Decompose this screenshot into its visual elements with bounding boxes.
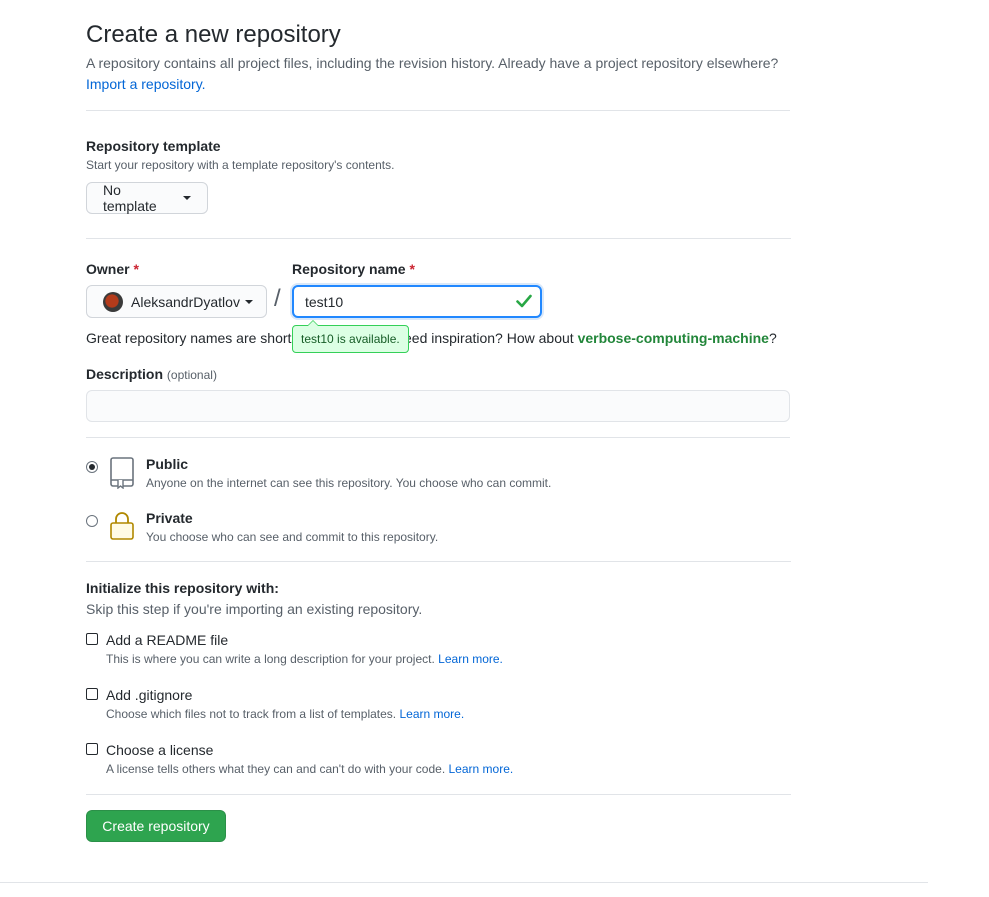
- template-label: Repository template: [86, 138, 221, 154]
- description-label: Description (optional): [86, 366, 217, 382]
- readme-learn-more-link[interactable]: Learn more.: [438, 652, 503, 666]
- init-hint: Skip this step if you're importing an ex…: [86, 601, 423, 617]
- divider: [86, 794, 791, 795]
- divider: [86, 437, 790, 438]
- divider: [86, 238, 791, 239]
- template-select-button[interactable]: No template: [86, 182, 208, 214]
- public-label: Public: [146, 456, 189, 472]
- gitignore-label: Add .gitignore: [106, 687, 193, 703]
- availability-tooltip: test10 is available.: [292, 320, 409, 353]
- page-title: Create a new repository: [86, 21, 341, 48]
- owner-value: AleksandrDyatlov: [131, 293, 240, 310]
- divider: [86, 561, 791, 562]
- license-learn-more-link[interactable]: Learn more.: [449, 762, 514, 776]
- avatar: [103, 291, 123, 312]
- description-input[interactable]: [86, 390, 790, 422]
- divider: [86, 110, 790, 111]
- owner-label: Owner *: [86, 261, 139, 277]
- required-mark: *: [133, 261, 139, 277]
- readme-label: Add a README file: [106, 632, 229, 648]
- repo-icon: [110, 457, 134, 489]
- repo-name-hint-end: eed inspiration? How about verbose-compu…: [404, 330, 777, 346]
- template-hint: Start your repository with a template re…: [86, 158, 395, 172]
- gitignore-learn-more-link[interactable]: Learn more.: [399, 707, 464, 721]
- gitignore-hint: Choose which files not to track from a l…: [106, 707, 465, 721]
- repo-name-input[interactable]: [292, 285, 542, 318]
- owner-repo-separator: /: [274, 285, 281, 312]
- license-label: Choose a license: [106, 742, 214, 758]
- init-title: Initialize this repository with:: [86, 580, 279, 596]
- license-checkbox[interactable]: [86, 743, 98, 755]
- name-suggestion-link[interactable]: verbose-computing-machine: [578, 330, 769, 346]
- optional-tag: (optional): [166, 368, 217, 382]
- check-icon: [516, 294, 532, 308]
- gitignore-checkbox[interactable]: [86, 688, 98, 700]
- private-hint: You choose who can see and commit to thi…: [146, 530, 439, 544]
- repo-name-hint-start: Great repository names are short: [86, 330, 292, 346]
- lock-icon: [110, 512, 134, 540]
- page-subtitle: A repository contains all project files,…: [86, 55, 779, 71]
- repo-name-label: Repository name *: [292, 261, 415, 277]
- private-label: Private: [146, 510, 193, 526]
- chevron-down-icon: [183, 196, 191, 200]
- import-repository-link[interactable]: Import a repository.: [86, 76, 206, 92]
- readme-checkbox[interactable]: [86, 633, 98, 645]
- readme-hint: This is where you can write a long descr…: [106, 652, 503, 666]
- chevron-down-icon: [244, 299, 253, 304]
- public-radio[interactable]: [86, 461, 98, 473]
- template-selected-value: No template: [103, 182, 157, 214]
- license-hint: A license tells others what they can and…: [106, 762, 514, 776]
- public-hint: Anyone on the internet can see this repo…: [146, 476, 552, 490]
- create-repository-button[interactable]: Create repository: [86, 810, 226, 842]
- required-mark: *: [409, 261, 415, 277]
- owner-select-button[interactable]: AleksandrDyatlov: [86, 285, 267, 318]
- footer-divider: [0, 882, 928, 883]
- private-radio[interactable]: [86, 515, 98, 527]
